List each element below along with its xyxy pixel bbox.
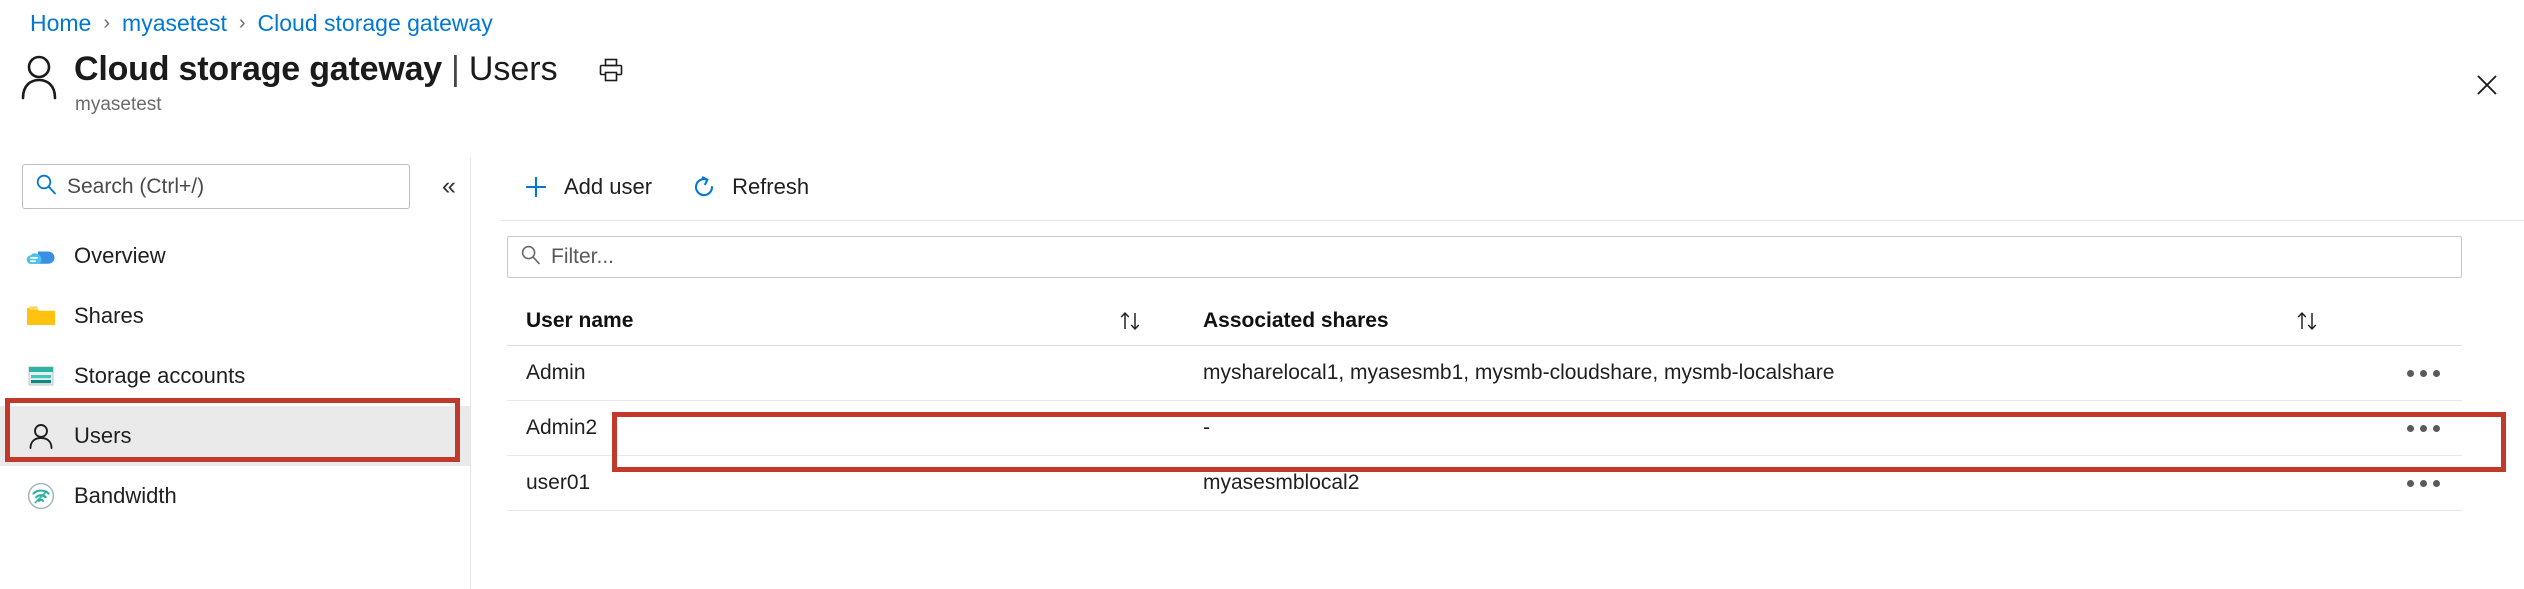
cell-user-name: user01 [526,471,591,494]
table-row[interactable]: Admin mysharelocal1, myasesmb1, mysmb-cl… [507,346,2462,401]
add-user-label: Add user [564,174,653,199]
refresh-icon [688,171,720,203]
row-menu[interactable] [2384,362,2462,385]
sidebar-item-shares[interactable]: Shares [0,286,470,346]
plus-icon [520,171,552,203]
sidebar-item-users[interactable]: Users [0,406,470,466]
refresh-label: Refresh [732,174,810,199]
page-header: Cloud storage gateway | Users myasetest [18,50,628,116]
sidebar-item-label: Overview [74,243,166,268]
row-menu[interactable] [2384,472,2462,495]
row-menu[interactable] [2384,417,2462,440]
sort-ascending-descending-icon[interactable] [2294,309,2384,333]
sidebar-item-label: Bandwidth [74,483,177,508]
command-bar-divider [500,220,2524,221]
breadcrumb: Home › myasetest › Cloud storage gateway [30,8,493,38]
sidebar-item-overview[interactable]: Overview [0,226,470,286]
sidebar-item-bandwidth[interactable]: Bandwidth [0,466,470,526]
column-header-user-name[interactable]: User name [507,309,1117,333]
storage-account-icon [24,359,58,393]
breadcrumb-item-cloud-storage-gateway[interactable]: Cloud storage gateway [258,10,493,37]
cell-associated-shares: - [1203,416,1210,439]
user-icon [24,419,58,453]
add-user-button[interactable]: Add user [516,165,666,209]
azure-portal-users-blade: Home › myasetest › Cloud storage gateway… [0,0,2524,589]
command-bar: Add user Refresh [516,162,841,212]
filter-placeholder: Filter... [551,245,615,268]
more-options-icon[interactable] [2401,472,2446,495]
search-icon [35,173,57,200]
page-subtitle-name: Users [468,50,558,88]
refresh-button[interactable]: Refresh [684,165,823,209]
search-icon [520,244,541,270]
search-input[interactable]: Search (Ctrl+/) [22,164,410,209]
bandwidth-icon [24,479,58,513]
users-table: User name Associated shares Admin myshar… [507,296,2462,511]
breadcrumb-item-myasetest[interactable]: myasetest [122,10,227,37]
user-avatar-icon [18,52,60,100]
cell-user-name: Admin [526,361,586,384]
folder-icon [24,299,58,333]
filter-input[interactable]: Filter... [507,236,2462,278]
cell-associated-shares: myasesmblocal2 [1203,471,1360,494]
table-row[interactable]: Admin2 - [507,401,2462,456]
breadcrumb-separator: › [238,11,246,34]
title-separator: | [451,50,460,88]
breadcrumb-item-home[interactable]: Home [30,10,91,37]
breadcrumb-separator: › [103,11,111,34]
sidebar-item-label: Users [74,423,132,448]
sidebar-item-label: Storage accounts [74,363,246,388]
sidebar-nav-list: Overview Shares Storage accounts Users B… [0,226,470,526]
printer-icon[interactable] [594,53,628,87]
sidebar-item-storage-accounts[interactable]: Storage accounts [0,346,470,406]
cloud-icon [24,239,58,273]
more-options-icon[interactable] [2401,417,2446,440]
close-icon[interactable] [2468,66,2506,104]
resource-subtitle: myasetest [75,94,162,115]
table-header-row: User name Associated shares [507,296,2462,346]
more-options-icon[interactable] [2401,362,2446,385]
table-row[interactable]: user01 myasesmblocal2 [507,456,2462,511]
users-content-pane: Add user Refresh Filter... User name Ass… [500,158,2524,589]
cell-associated-shares: mysharelocal1, myasesmb1, mysmb-cloudsha… [1203,361,1835,384]
cell-user-name: Admin2 [526,416,598,439]
blade-sidebar: Search (Ctrl+/) « Overview Shares Storag… [0,158,470,589]
chevron-double-left-icon[interactable]: « [432,170,466,204]
search-placeholder: Search (Ctrl+/) [67,174,205,198]
pane-divider [470,158,471,589]
sort-ascending-descending-icon[interactable] [1117,309,1177,333]
page-title: Cloud storage gateway [74,50,442,88]
column-header-associated-shares[interactable]: Associated shares [1177,309,2294,333]
sidebar-item-label: Shares [74,303,144,328]
